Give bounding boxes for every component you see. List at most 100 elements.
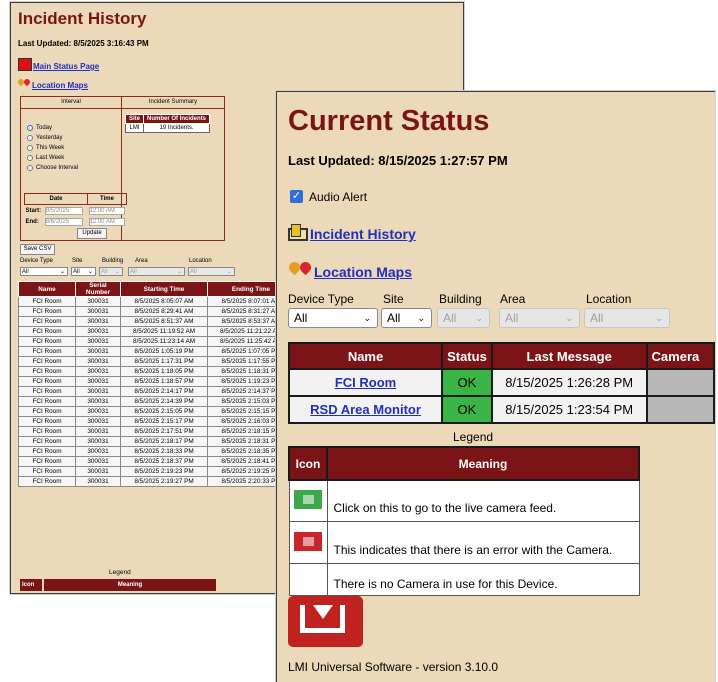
- location-maps-link[interactable]: Location Maps: [16, 77, 89, 90]
- legend-icon-col: Icon: [288, 446, 328, 481]
- building-select[interactable]: All ⌄: [99, 267, 123, 276]
- interval-option-label: Today: [36, 125, 53, 131]
- summary-header: Incident Summary: [122, 97, 224, 109]
- radio-icon[interactable]: [27, 165, 33, 171]
- table-row: FCI Room 300031 8/5/2025 11:23:14 AM 8/5/20…: [18, 336, 295, 347]
- device-type-value: All: [294, 311, 308, 325]
- table-cell: FCI Room: [18, 376, 76, 387]
- table-row: FCI Room OK 8/15/2025 1:26:28 PM: [287, 368, 715, 397]
- device-type-select[interactable]: All ⌄: [20, 267, 68, 276]
- building-select[interactable]: All ⌄: [437, 308, 490, 328]
- update-button[interactable]: Update: [77, 228, 107, 239]
- radio-icon[interactable]: [27, 145, 33, 151]
- col-last-message: Last Message: [490, 342, 648, 370]
- summary-col-count: Number Of Incidents: [143, 114, 211, 124]
- filter-label-site: Site: [383, 292, 404, 306]
- chevron-down-icon: ⌄: [363, 313, 371, 323]
- area-select[interactable]: All ⌄: [128, 267, 185, 276]
- table-cell: 300031: [75, 426, 121, 437]
- interval-option-label: Yesterday: [36, 135, 63, 141]
- table-cell: 8/5/2025 2:19:27 PM: [120, 476, 208, 487]
- device-name-cell: FCI Room: [287, 368, 444, 397]
- location-select[interactable]: All ⌄: [188, 267, 235, 276]
- summary-count: 19 Incidents.: [143, 123, 211, 133]
- table-cell: 8/5/2025 8:29:41 AM: [120, 306, 208, 317]
- last-message-cell: 8/15/2025 1:26:28 PM: [490, 368, 648, 397]
- incident-table: Name Serial Number Starting Time Ending …: [18, 281, 295, 487]
- table-cell: 300031: [75, 316, 121, 327]
- col-start: Starting Time: [120, 281, 208, 297]
- end-label: End:: [25, 218, 39, 225]
- interval-option[interactable]: Yesterday: [27, 133, 78, 143]
- device-type-select[interactable]: All ⌄: [288, 308, 378, 328]
- location-select[interactable]: All ⌄: [584, 308, 670, 328]
- table-cell: FCI Room: [18, 346, 76, 357]
- audio-alert-label: Audio Alert: [309, 190, 368, 204]
- table-cell: FCI Room: [18, 406, 76, 417]
- main-status-link[interactable]: Main Status Page: [18, 58, 99, 71]
- area-select[interactable]: All ⌄: [499, 308, 580, 328]
- history-book-icon: [288, 224, 310, 242]
- site-select[interactable]: All ⌄: [71, 267, 96, 276]
- table-cell: 300031: [75, 476, 121, 487]
- legend-meaning: Click on this to go to the live camera f…: [326, 479, 640, 522]
- table-row: RSD Area Monitor OK 8/15/2025 1:23:54 PM: [287, 395, 715, 424]
- table-cell: 300031: [75, 466, 121, 477]
- table-cell: FCI Room: [18, 326, 76, 337]
- legend-icon-cell: [288, 521, 328, 564]
- page-title: Incident History: [18, 9, 147, 28]
- save-csv-button[interactable]: Save CSV: [20, 244, 55, 255]
- table-cell: 300031: [75, 336, 121, 347]
- status-table: Name Status Last Message Camera FCI Room…: [287, 342, 715, 424]
- interval-option[interactable]: Choose Interval: [27, 163, 78, 173]
- location-maps-link[interactable]: Location Maps: [286, 259, 412, 280]
- camera-live-icon: [294, 490, 322, 509]
- camera-cell: [645, 368, 715, 397]
- end-time-input[interactable]: 12:00 AM: [88, 217, 125, 226]
- audio-alert-checkbox[interactable]: ✓: [290, 190, 303, 203]
- table-cell: 8/5/2025 2:17:51 PM: [120, 426, 208, 437]
- interval-option[interactable]: Last Week: [27, 153, 78, 163]
- legend-meaning-col: Meaning: [44, 579, 216, 591]
- start-date-input[interactable]: 8/5/2025: [44, 206, 83, 215]
- camera-error-icon: [294, 531, 322, 551]
- table-row: FCI Room 300031 8/5/2025 8:05:07 AM 8/5/202…: [18, 296, 295, 307]
- interval-option[interactable]: This Week: [27, 143, 78, 153]
- table-row: FCI Room 300031 8/5/2025 2:18:17 PM 8/5/202…: [18, 436, 295, 447]
- device-name-link[interactable]: FCI Room: [335, 375, 396, 390]
- table-cell: FCI Room: [18, 436, 76, 447]
- radio-selected-icon[interactable]: [27, 125, 33, 131]
- chevron-down-icon: ⌄: [565, 313, 573, 323]
- table-row: FCI Room 300031 8/5/2025 1:05:19 PM 8/5/202…: [18, 346, 295, 357]
- summary-site: LMI: [124, 123, 145, 133]
- legend-meaning-col: Meaning: [326, 446, 640, 481]
- start-time-input[interactable]: 12:00 AM: [88, 206, 125, 215]
- radio-icon[interactable]: [27, 135, 33, 141]
- legend-icon-cell: [288, 563, 328, 596]
- table-row: FCI Room 300031 8/5/2025 8:29:41 AM 8/5/202…: [18, 306, 295, 317]
- table-cell: 8/5/2025 1:17:31 PM: [120, 356, 208, 367]
- last-updated: Last Updated: 8/15/2025 1:27:57 PM: [288, 153, 508, 168]
- incident-history-link[interactable]: Incident History: [288, 224, 416, 242]
- status-badge: OK: [441, 395, 493, 424]
- end-date-input[interactable]: 8/6/2025: [44, 217, 83, 226]
- device-name-link[interactable]: RSD Area Monitor: [310, 402, 421, 417]
- table-cell: 8/5/2025 1:18:05 PM: [120, 366, 208, 377]
- filter-label-area: Area: [500, 292, 526, 306]
- filter-label-site: Site: [72, 258, 83, 264]
- table-cell: 300031: [75, 346, 121, 357]
- filter-label-location: Location: [586, 292, 632, 306]
- legend-icon-cell: [288, 479, 328, 522]
- page-title: Current Status: [288, 105, 490, 137]
- site-select[interactable]: All ⌄: [381, 308, 432, 328]
- interval-option[interactable]: Today: [27, 123, 78, 133]
- table-row: FCI Room 300031 8/5/2025 1:18:05 PM 8/5/202…: [18, 366, 295, 377]
- table-cell: 8/5/2025 8:05:07 AM: [120, 296, 208, 307]
- table-row: FCI Room 300031 8/5/2025 2:15:05 PM 8/5/202…: [18, 406, 295, 417]
- radio-icon[interactable]: [27, 155, 33, 161]
- interval-option-label: Choose Interval: [36, 165, 79, 171]
- location-maps-link-label: Location Maps: [32, 81, 89, 90]
- chevron-down-icon: ⌄: [655, 313, 663, 323]
- col-name: Name: [18, 281, 76, 297]
- table-row: FCI Room 300031 8/5/2025 1:18:57 PM 8/5/202…: [18, 376, 295, 387]
